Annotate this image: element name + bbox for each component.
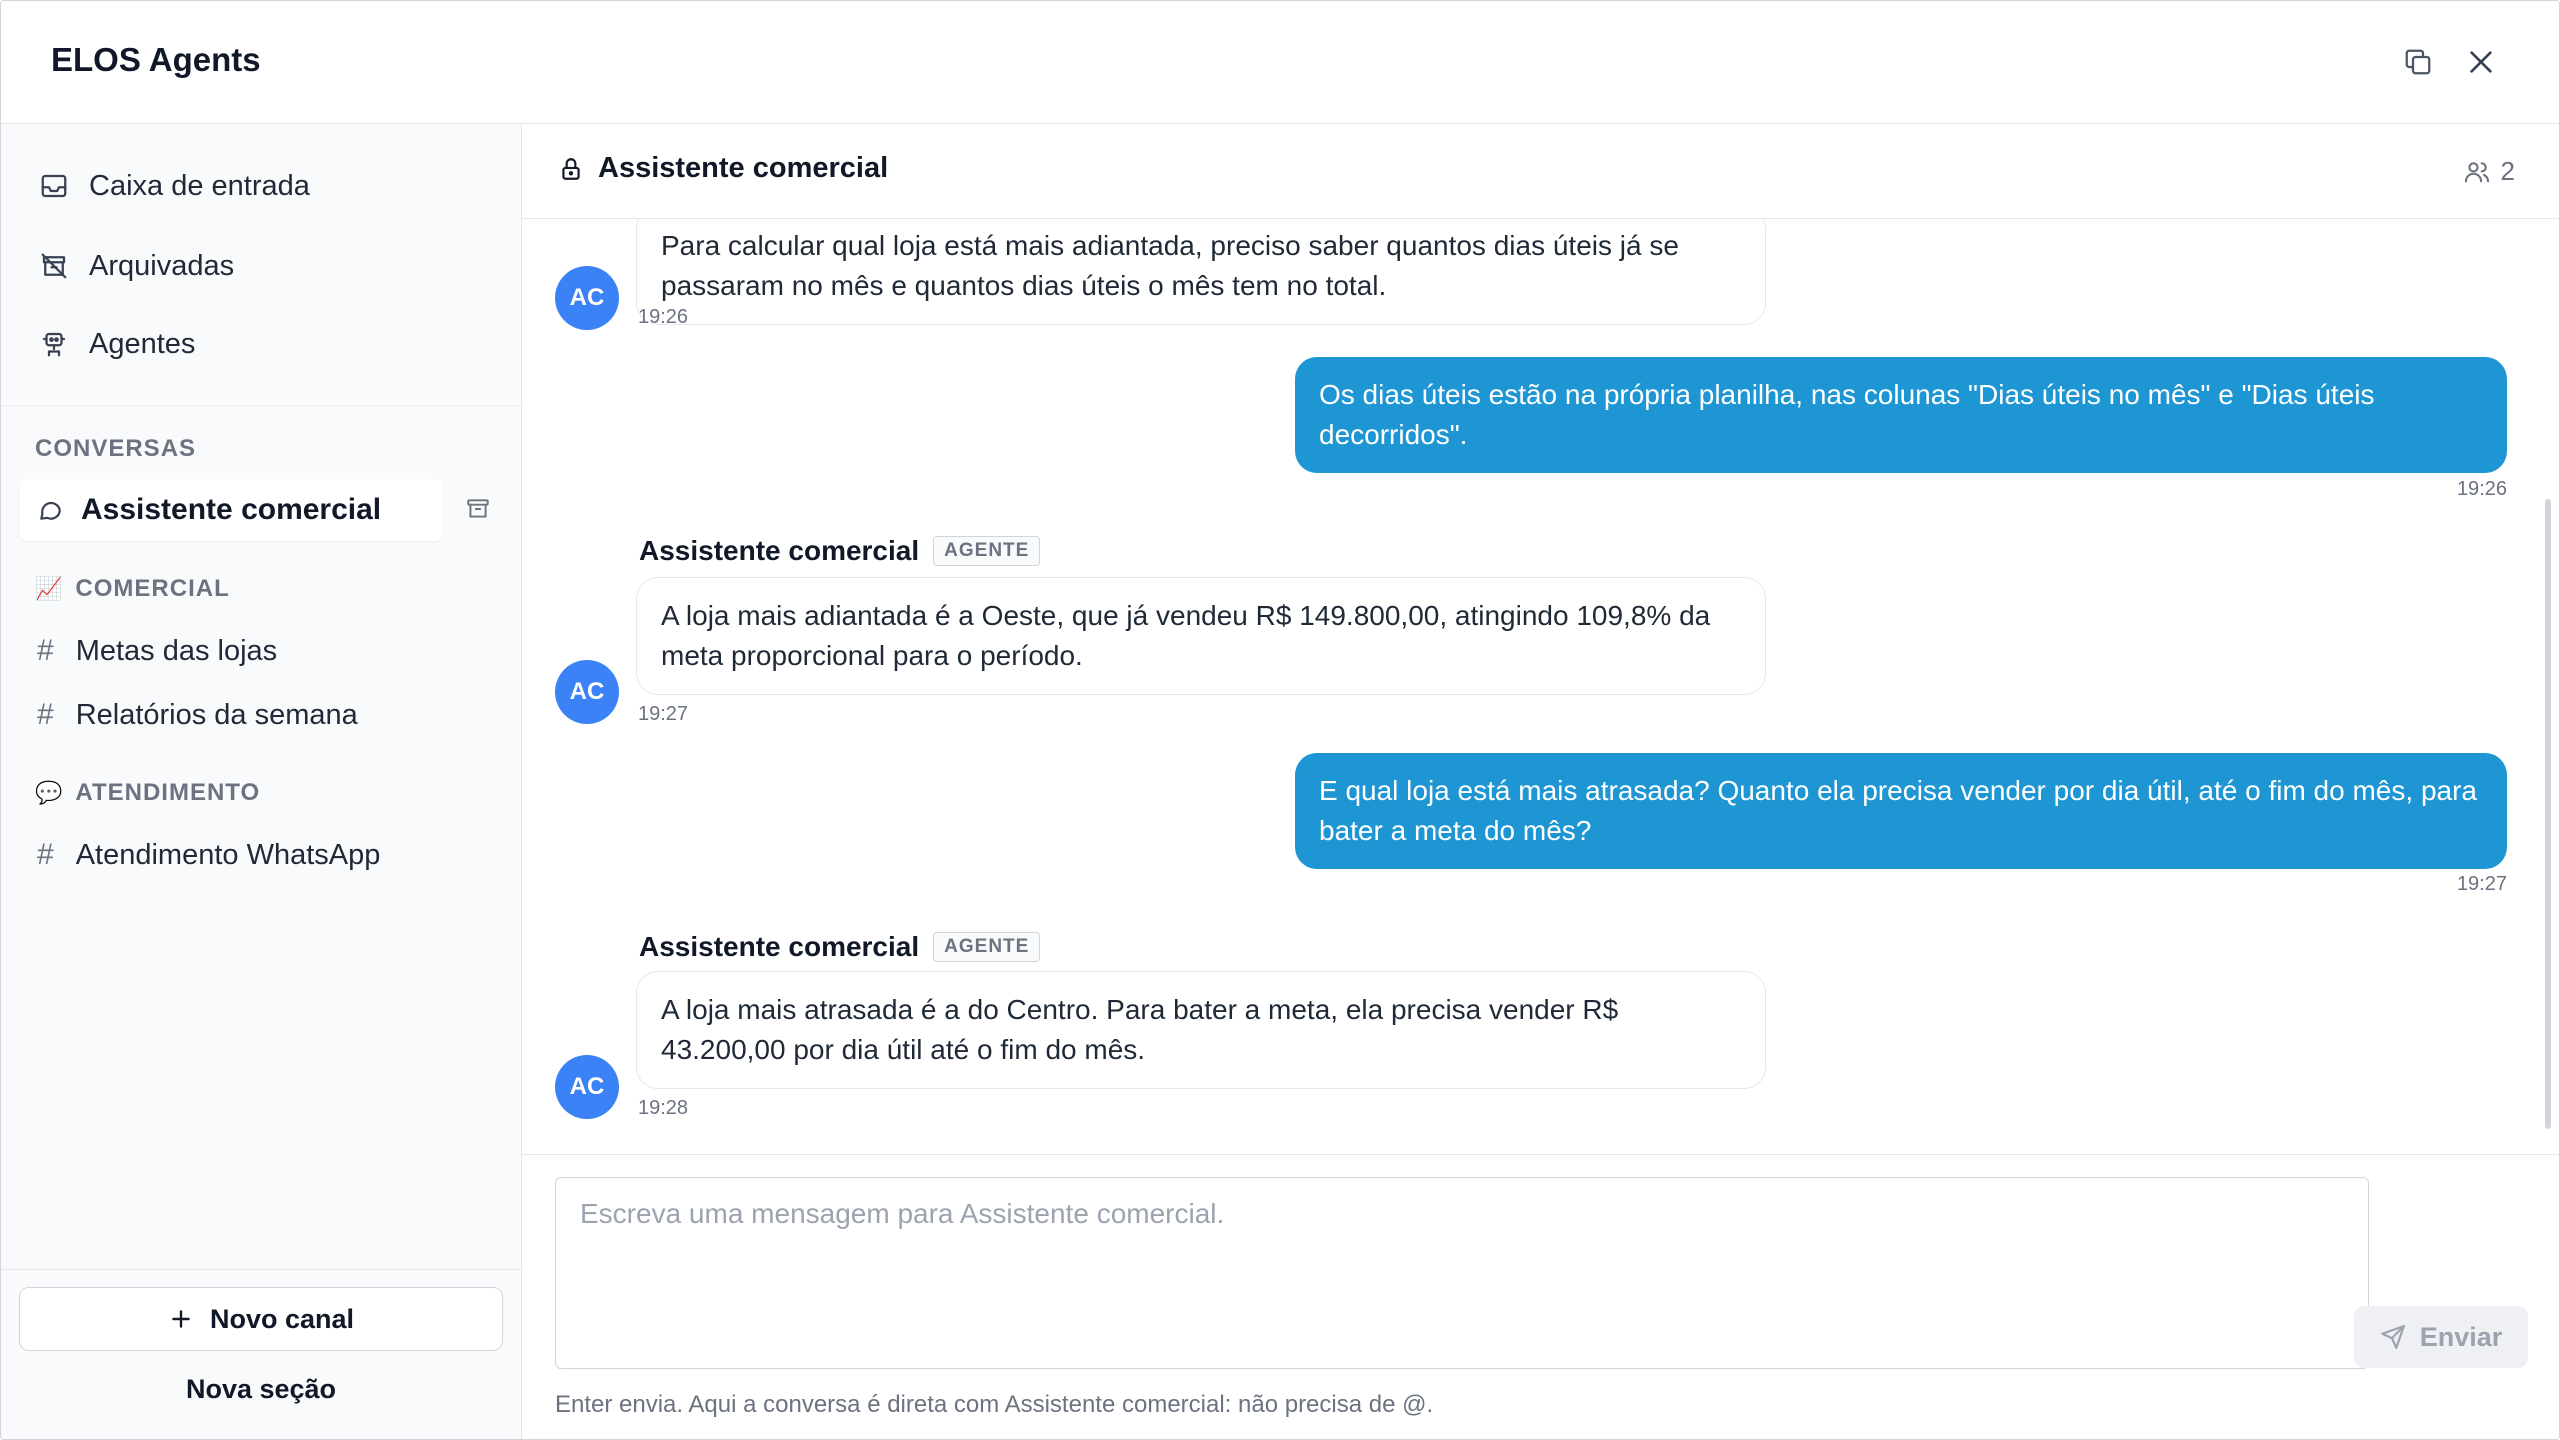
agent-badge: AGENTE <box>933 932 1041 962</box>
sidebar-divider <box>1 405 521 406</box>
sidebar-bottom-divider <box>1 1269 521 1270</box>
scrollbar[interactable] <box>2543 219 2553 1154</box>
agent-badge: AGENTE <box>933 536 1041 566</box>
message-time: 19:26 <box>2456 478 2507 500</box>
message-sender: Assistente comercial AGENTE <box>639 535 1041 567</box>
new-channel-button[interactable]: Novo canal <box>19 1287 503 1351</box>
hash-icon: # <box>37 634 54 667</box>
app-window: ELOS Agents Caixa de entrada Arquivadas … <box>0 0 2560 1440</box>
app-title: ELOS Agents <box>51 41 261 78</box>
nav-inbox-label: Caixa de entrada <box>89 169 310 202</box>
hash-icon: # <box>37 698 54 731</box>
avatar: AC <box>555 1055 619 1119</box>
scrollbar-thumb[interactable] <box>2545 499 2551 1129</box>
lock-icon <box>562 157 580 180</box>
plus-icon <box>172 1310 190 1328</box>
users-icon <box>2464 161 2489 182</box>
chat-title: Assistente comercial <box>558 152 888 185</box>
conversations-heading: CONVERSAS <box>35 435 197 462</box>
message-input[interactable] <box>555 1177 2369 1369</box>
message-list[interactable]: Para calcular qual loja está mais adiant… <box>522 219 2559 1154</box>
channel-metas-das-lojas[interactable]: # Metas das lojas <box>37 626 277 676</box>
avatar: AC <box>555 660 619 724</box>
chat-header: Assistente comercial 2 <box>522 124 2559 219</box>
composer: Enviar Enter envia. Aqui a conversa é di… <box>522 1154 2559 1439</box>
agent-message-bubble: A loja mais atrasada é a do Centro. Para… <box>636 971 1766 1089</box>
send-icon <box>2380 1325 2405 1349</box>
members-count: 2 <box>2500 156 2515 186</box>
new-channel-label: Novo canal <box>209 1303 355 1334</box>
message-sender: Assistente comercial AGENTE <box>639 931 1041 963</box>
speech-emoji-icon: 💬 <box>35 780 64 805</box>
user-message-bubble: E qual loja está mais atrasada? Quanto e… <box>1295 753 2507 869</box>
channel-relatorios-da-semana[interactable]: # Relatórios da semana <box>37 690 358 740</box>
message-time: 19:27 <box>2456 873 2507 895</box>
channel-atendimento-whatsapp[interactable]: # Atendimento WhatsApp <box>37 830 380 880</box>
copy-window-icon <box>2405 49 2431 75</box>
composer-hint: Enter envia. Aqui a conversa é direta co… <box>555 1391 1434 1418</box>
conversation-assistente-comercial[interactable]: Assistente comercial <box>19 479 443 541</box>
close-icon <box>2470 51 2492 73</box>
channel-label: Metas das lojas <box>75 634 278 667</box>
title-bar: ELOS Agents <box>1 1 2559 124</box>
message-time: 19:28 <box>638 1097 689 1119</box>
avatar: AC <box>555 266 619 330</box>
nav-agents-label: Agentes <box>89 327 196 360</box>
conversation-label: Assistente comercial <box>81 493 382 526</box>
sidebar: Caixa de entrada Arquivadas Agentes CONV… <box>1 124 522 1439</box>
chat-panel: Assistente comercial 2 Para calcular qua… <box>522 124 2559 1439</box>
nav-archived[interactable]: Arquivadas <box>39 236 234 296</box>
send-button[interactable]: Enviar <box>2354 1306 2528 1368</box>
restore-window-button[interactable] <box>2395 39 2441 85</box>
send-label: Enviar <box>2419 1321 2503 1352</box>
nav-inbox[interactable]: Caixa de entrada <box>39 156 310 216</box>
message-time: 19:26 <box>638 306 689 328</box>
robot-icon <box>42 332 66 357</box>
nav-archived-label: Arquivadas <box>89 249 235 282</box>
archive-conversation-button[interactable] <box>461 492 495 526</box>
section-atendimento-label: ATENDIMENTO <box>75 779 261 806</box>
inbox-icon <box>41 174 67 198</box>
close-window-button[interactable] <box>2458 39 2504 85</box>
message-time: 19:27 <box>638 703 689 725</box>
sender-name: Assistente comercial <box>639 931 920 962</box>
section-comercial-label: COMERCIAL <box>75 575 230 602</box>
chart-emoji-icon: 📈 <box>35 576 64 601</box>
members-button[interactable]: 2 <box>2463 156 2515 187</box>
section-comercial[interactable]: 📈 COMERCIAL <box>35 575 230 603</box>
nav-agents[interactable]: Agentes <box>39 314 195 374</box>
chat-bubble-icon <box>40 501 61 520</box>
user-message-bubble: Os dias úteis estão na própria planilha,… <box>1295 357 2507 473</box>
archive-off-icon <box>41 253 67 279</box>
hash-icon: # <box>37 838 54 871</box>
sender-name: Assistente comercial <box>639 535 920 566</box>
channel-label: Atendimento WhatsApp <box>75 838 381 871</box>
agent-message-bubble: Para calcular qual loja está mais adiant… <box>636 219 1766 325</box>
section-atendimento[interactable]: 💬 ATENDIMENTO <box>35 779 260 807</box>
archive-icon <box>467 499 489 518</box>
new-section-button[interactable]: Nova seção <box>1 1374 521 1405</box>
channel-label: Relatórios da semana <box>75 698 358 731</box>
chat-title-label: Assistente comercial <box>598 152 889 184</box>
agent-message-bubble: A loja mais adiantada é a Oeste, que já … <box>636 577 1766 695</box>
